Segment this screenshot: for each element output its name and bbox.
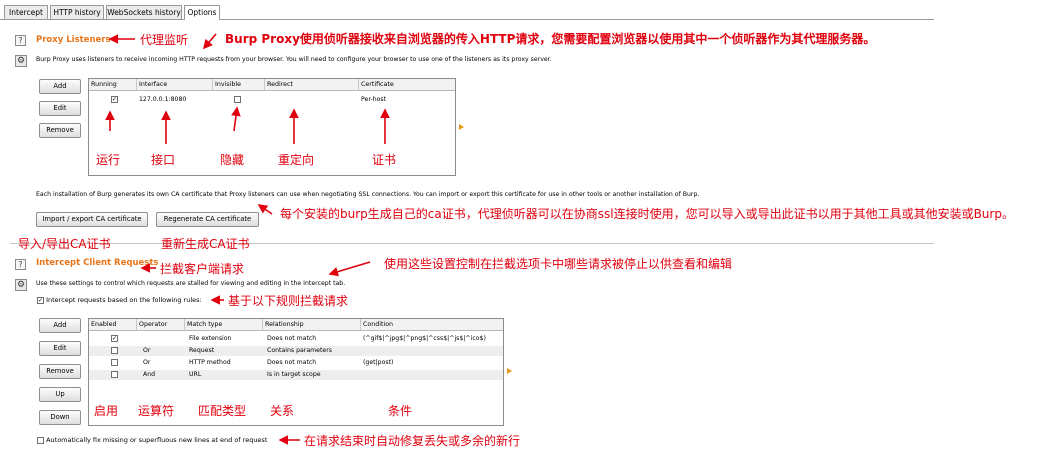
annotation-arrows: [105, 33, 390, 445]
annotation-condition: 条件: [388, 404, 413, 418]
annotation-rules: 基于以下规则拦截请求: [228, 294, 349, 308]
annotation-burp-proxy-note: Burp Proxy使用侦听器接收来自浏览器的传入HTTP请求，您需要配置浏览器…: [225, 32, 876, 46]
annotation-intercept-client: 拦截客户端请求: [160, 262, 245, 276]
annotation-fix-newlines: 在请求结束时自动修复丢失或多余的新行: [304, 434, 521, 448]
annotation-intercept-desc: 使用这些设置控制在拦截选项卡中哪些请求被停止以供查看和编辑: [384, 257, 733, 271]
annotation-import-export: 导入/导出CA证书: [18, 237, 111, 251]
annotation-certificate: 证书: [372, 153, 397, 167]
annotation-running: 运行: [96, 153, 121, 167]
annotation-regenerate: 重新生成CA证书: [161, 237, 250, 251]
annotation-enabled: 启用: [94, 404, 119, 418]
annotation-redirect: 重定向: [278, 153, 315, 167]
annotation-relationship: 关系: [270, 404, 295, 418]
annotation-invisible: 隐藏: [220, 153, 245, 167]
annotation-proxy-listener: 代理监听: [140, 33, 189, 47]
annotation-interface: 接口: [151, 153, 176, 167]
annotation-operator: 运算符: [138, 404, 175, 418]
annotation-match-type: 匹配类型: [198, 404, 247, 418]
annotation-ca-note: 每个安装的burp生成自己的ca证书，代理侦听器可以在协商ssl连接时使用，您可…: [280, 207, 1014, 221]
